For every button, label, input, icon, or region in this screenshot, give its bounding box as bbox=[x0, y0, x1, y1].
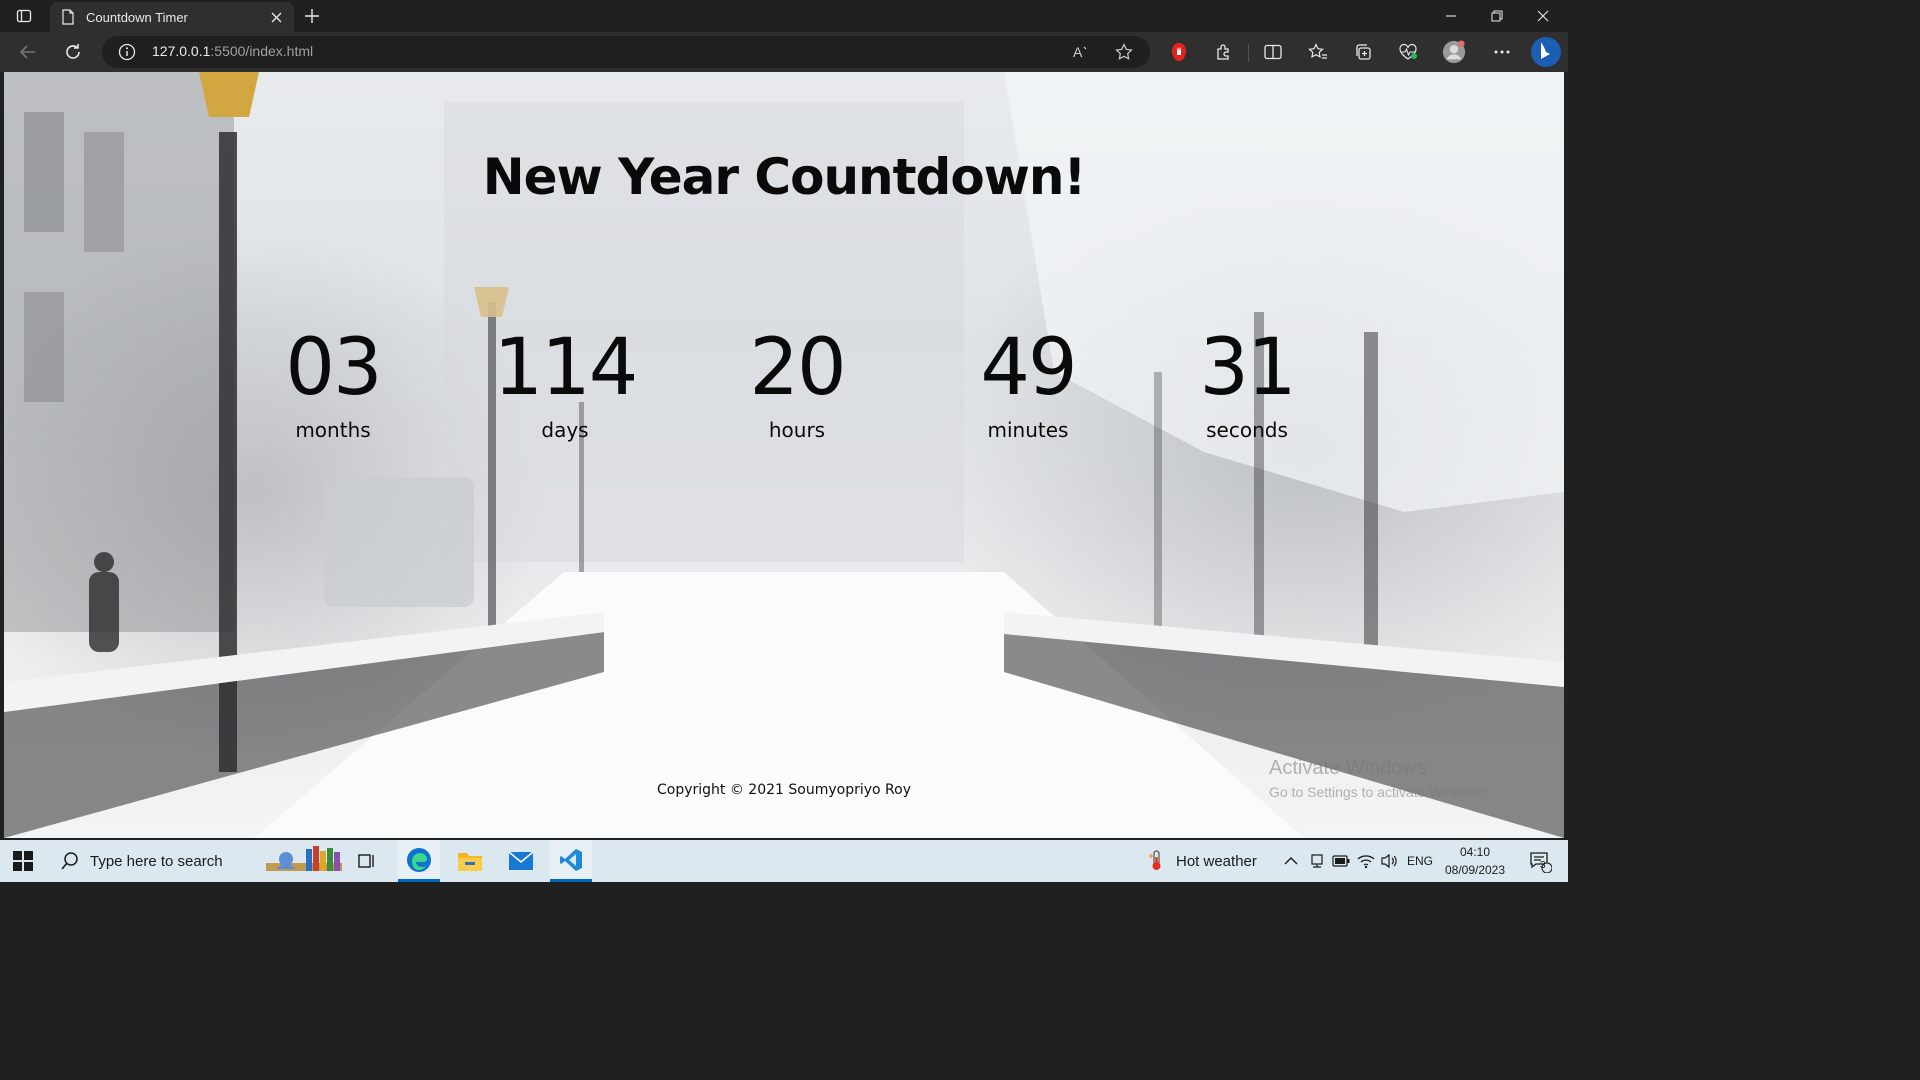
windows-taskbar: Type here to search Hot weather ENG 04:1… bbox=[0, 840, 1568, 882]
vscode-icon[interactable] bbox=[550, 840, 592, 882]
performance-icon[interactable] bbox=[1396, 40, 1420, 64]
bing-icon[interactable] bbox=[1530, 36, 1562, 68]
svg-text:A: A bbox=[1073, 44, 1083, 60]
address-bar[interactable]: 127.0.0.1:5500/index.html A bbox=[102, 36, 1150, 68]
windows-start-icon[interactable] bbox=[12, 850, 34, 872]
web-page-viewport: New Year Countdown! 03 months 114 days 2… bbox=[4, 72, 1564, 838]
extension-red-icon[interactable] bbox=[1167, 40, 1191, 64]
clock-date: 08/09/2023 bbox=[1444, 863, 1506, 877]
search-placeholder: Type here to search bbox=[90, 852, 223, 870]
taskbar-clock[interactable]: 04:10 08/09/2023 bbox=[1440, 843, 1510, 879]
days-label: days bbox=[541, 418, 589, 442]
toolbar-divider bbox=[1248, 44, 1249, 62]
volume-icon[interactable] bbox=[1378, 840, 1400, 882]
activate-windows-title: Activate Windows bbox=[1269, 757, 1427, 779]
read-aloud-icon[interactable]: A bbox=[1072, 42, 1092, 62]
countdown-hours: 20 hours bbox=[697, 322, 897, 442]
info-icon[interactable] bbox=[118, 43, 136, 61]
browser-toolbar: 127.0.0.1:5500/index.html A bbox=[0, 32, 1568, 72]
network-icon[interactable] bbox=[1306, 840, 1328, 882]
countdown-days: 114 days bbox=[465, 322, 665, 442]
activate-windows-watermark: Activate Windows Go to Settings to activ… bbox=[1269, 757, 1490, 800]
mail-icon[interactable] bbox=[500, 840, 542, 882]
refresh-icon[interactable] bbox=[59, 38, 87, 66]
minutes-value: 49 bbox=[980, 323, 1077, 413]
countdown-months: 03 months bbox=[233, 322, 433, 442]
months-label: months bbox=[295, 418, 371, 442]
chevron-up-icon[interactable] bbox=[1280, 840, 1302, 882]
edge-icon[interactable] bbox=[398, 840, 440, 882]
back-icon[interactable] bbox=[14, 38, 42, 66]
favorites-icon[interactable] bbox=[1306, 40, 1330, 64]
restore-icon[interactable] bbox=[1474, 0, 1520, 32]
months-value: 03 bbox=[285, 323, 382, 413]
favorite-icon[interactable] bbox=[1114, 42, 1134, 62]
plus-icon[interactable] bbox=[300, 4, 324, 28]
weather-icon[interactable] bbox=[1145, 840, 1169, 882]
split-screen-icon[interactable] bbox=[1261, 40, 1285, 64]
minutes-label: minutes bbox=[987, 418, 1069, 442]
search-highlight-icon[interactable] bbox=[262, 840, 346, 882]
activate-windows-subtitle: Go to Settings to activate Windows. bbox=[1269, 784, 1490, 800]
language-indicator[interactable]: ENG bbox=[1404, 840, 1436, 882]
days-value: 114 bbox=[493, 323, 639, 413]
url-text[interactable]: 127.0.0.1:5500/index.html bbox=[152, 43, 313, 59]
wifi-icon[interactable] bbox=[1355, 840, 1377, 882]
url-path: :5500/index.html bbox=[210, 43, 314, 59]
tab-title: Countdown Timer bbox=[86, 9, 188, 25]
countdown-minutes: 49 minutes bbox=[928, 322, 1128, 442]
weather-text[interactable]: Hot weather bbox=[1176, 840, 1266, 882]
page-title: New Year Countdown! bbox=[482, 148, 1087, 206]
seconds-label: seconds bbox=[1206, 418, 1288, 442]
taskbar-search-box[interactable]: Type here to search bbox=[48, 840, 260, 882]
hours-value: 20 bbox=[749, 323, 846, 413]
browser-title-bar: Countdown Timer bbox=[0, 0, 1568, 32]
close-window-icon[interactable] bbox=[1520, 0, 1566, 32]
notification-count: 3 bbox=[1540, 860, 1546, 871]
hours-label: hours bbox=[768, 418, 826, 442]
countdown-seconds: 31 seconds bbox=[1147, 322, 1347, 442]
seconds-value: 31 bbox=[1199, 323, 1296, 413]
minimize-icon[interactable] bbox=[1428, 0, 1474, 32]
battery-icon[interactable] bbox=[1330, 840, 1352, 882]
notification-icon[interactable]: 3 bbox=[1520, 840, 1560, 882]
task-view-icon[interactable] bbox=[346, 840, 388, 882]
clock-time: 04:10 bbox=[1459, 845, 1491, 859]
file-explorer-icon[interactable] bbox=[449, 840, 491, 882]
puzzle-icon[interactable] bbox=[1212, 40, 1236, 64]
tab-actions-icon[interactable] bbox=[8, 4, 40, 28]
more-icon[interactable] bbox=[1490, 40, 1514, 64]
tab-countdown-timer[interactable]: Countdown Timer bbox=[50, 2, 294, 32]
profile-icon[interactable] bbox=[1442, 40, 1466, 64]
page-icon bbox=[60, 9, 76, 25]
close-icon[interactable] bbox=[266, 7, 286, 27]
collections-icon[interactable] bbox=[1351, 40, 1375, 64]
search-icon bbox=[60, 851, 80, 871]
url-host: 127.0.0.1 bbox=[152, 43, 211, 59]
